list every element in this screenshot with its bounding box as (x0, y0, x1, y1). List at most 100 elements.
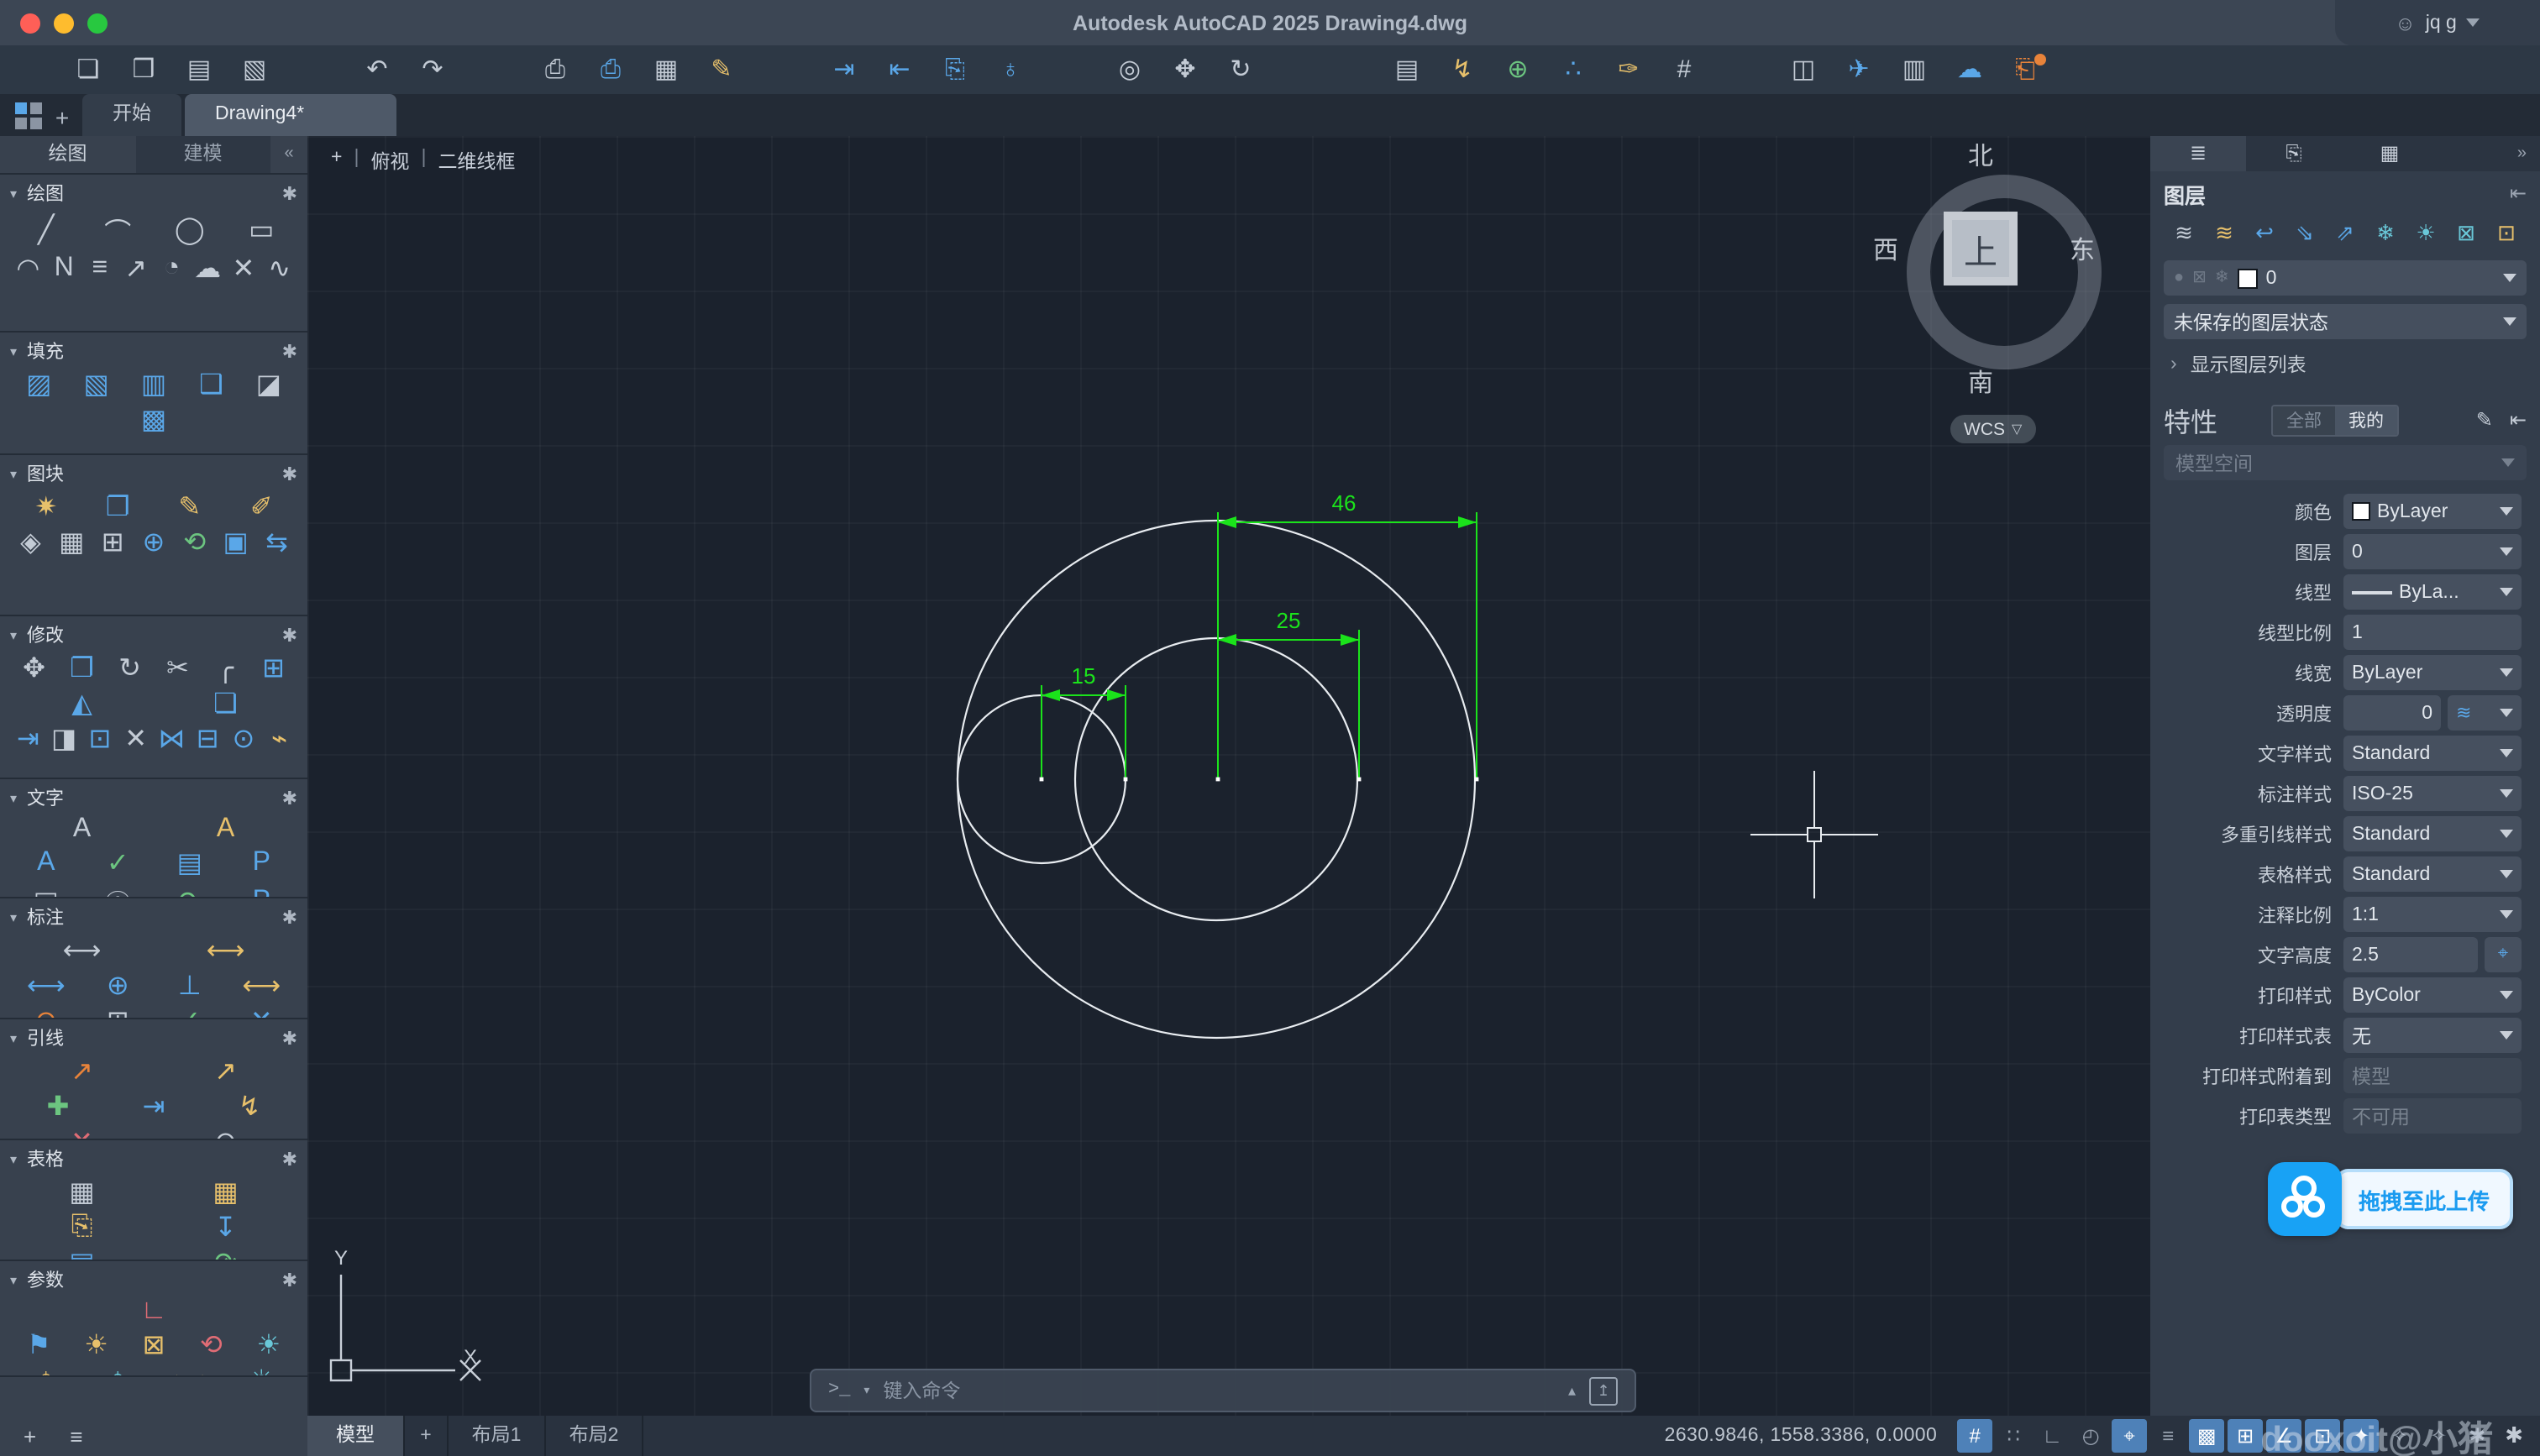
dim-update-tool[interactable]: ⟷ (226, 969, 298, 1003)
cloud-upload-widget[interactable]: 拖拽至此上传 (2268, 1162, 2513, 1236)
palette-section-header[interactable]: ▾ 表格 ✱ (10, 1144, 297, 1174)
layout-tab[interactable]: 布局1 (449, 1416, 546, 1456)
join-tool[interactable]: ⋈ (154, 722, 190, 756)
layer-previous-icon[interactable]: ↩ (2244, 220, 2285, 247)
property-value[interactable]: ByLayer (2343, 494, 2522, 529)
table-style-tool[interactable]: ▦ (154, 1176, 297, 1209)
plot-preview-icon[interactable]: ▥ (1887, 45, 1942, 94)
text-style-tool[interactable]: A (154, 814, 297, 845)
publish-icon[interactable]: ▦ (638, 45, 694, 94)
gear-icon[interactable]: ✱ (282, 787, 297, 809)
sheet-download-tool[interactable]: ↧ (154, 1211, 297, 1244)
rotate-tool[interactable]: ↻ (106, 652, 154, 685)
filter-all-button[interactable]: 全部 (2273, 406, 2335, 434)
dim-baseline-tool[interactable]: ⊥ (154, 969, 226, 1003)
purge-tool[interactable]: ⌁ (261, 722, 297, 756)
layer-lock-icon[interactable]: ⊠ (2446, 220, 2486, 247)
layer-combo[interactable]: ● ⊠ ❄ 0 (2164, 260, 2527, 296)
workspace-switch-toggle[interactable]: ✱ (2459, 1419, 2495, 1453)
minimize-window-button[interactable] (54, 13, 74, 33)
view-compass[interactable]: 上 北 南 西 东 (1870, 138, 2139, 406)
text-convert-tool[interactable]: ▤ (10, 885, 82, 898)
attach-reference-icon[interactable]: ⎘ (927, 45, 983, 94)
revision-cloud-tool[interactable]: ☁ (190, 252, 226, 285)
copy-tool[interactable]: ❐ (58, 652, 106, 685)
drawing-compare-icon[interactable]: ◫ (1776, 45, 1831, 94)
angle-snap-toggle[interactable]: ∠ (2266, 1419, 2301, 1453)
text-find-tool[interactable]: Ⓐ (82, 882, 155, 898)
leader-remove-tool[interactable]: ✕ (10, 1125, 154, 1140)
netdisk-cloud-icon[interactable] (2268, 1162, 2342, 1236)
import-icon[interactable]: ⇥ (816, 45, 872, 94)
scale-tool[interactable]: ⊡ (82, 722, 118, 756)
object-snap-toggle[interactable]: ⊡ (2305, 1419, 2340, 1453)
show-layer-list-button[interactable]: › 显示图层列表 (2164, 346, 2527, 381)
panel-tab-sheets[interactable]: ▦ (2342, 136, 2438, 171)
export-icon[interactable]: ⇤ (872, 45, 927, 94)
selection-cycling-toggle[interactable]: ⊞ (2228, 1419, 2263, 1453)
gear-icon[interactable]: ✱ (282, 1148, 297, 1170)
property-value[interactable]: 模型 (2343, 1058, 2522, 1093)
table-tool[interactable]: ▦ (10, 1176, 154, 1209)
point-style-icon[interactable]: ∴ (1546, 45, 1601, 94)
leader-add-tool[interactable]: ✚ (10, 1090, 106, 1123)
dim-oblique-tool[interactable]: ✕ (226, 1004, 298, 1019)
gear-icon[interactable]: ✱ (282, 340, 297, 362)
write-block-tool[interactable]: ⊞ (92, 526, 134, 559)
stretch-tool[interactable]: ⇥ (10, 722, 46, 756)
layer-manager-icon[interactable]: ≋ (2204, 220, 2244, 247)
property-value[interactable]: ByLa... (2343, 574, 2522, 610)
palette-section-header[interactable]: ▾ 修改 ✱ (10, 620, 297, 650)
block-count-tool[interactable]: ⊕ (134, 526, 175, 559)
gradient-tool[interactable]: ▥ (125, 368, 182, 401)
property-value[interactable]: Standard (2343, 856, 2522, 892)
share-icon[interactable]: ✈ (1831, 45, 1887, 94)
layout-tab[interactable]: 模型 (307, 1416, 405, 1456)
block-edit-tool[interactable]: ✎ (154, 490, 226, 524)
sheet-sync-tool[interactable]: ⟳ (154, 1246, 297, 1261)
command-share-icon[interactable]: ↥ (1589, 1376, 1618, 1405)
pdf-settings-tool[interactable]: P (226, 887, 298, 898)
properties-icon[interactable]: ▤ (1379, 45, 1435, 94)
palette-section-header[interactable]: ▾ 填充 ✱ (10, 336, 297, 366)
cell-style-tool[interactable]: ▤ (10, 1246, 154, 1261)
palette-menu-icon[interactable]: ≡ (70, 1423, 82, 1448)
layer-off-icon[interactable]: ☀ (2406, 220, 2446, 247)
align-tool[interactable]: ⊟ (190, 722, 226, 756)
measure-icon[interactable]: ✑ (1601, 45, 1656, 94)
point-tool[interactable]: ✕ (226, 252, 262, 285)
panel-pin-icon[interactable]: ⇤ (2510, 408, 2527, 432)
command-line[interactable]: >_ ▾ 键入命令 ▴ ↥ (810, 1369, 1636, 1412)
dimension-tool[interactable]: ⟷ (10, 934, 154, 967)
dynamic-input-toggle[interactable]: ⌖ (2112, 1419, 2147, 1453)
constraint-bulb-tool[interactable]: ☀ (240, 1328, 297, 1362)
fillet-tool[interactable]: ╭ (202, 652, 249, 685)
new-tab-button[interactable]: + (42, 104, 82, 131)
array-tool[interactable]: ⊞ (249, 652, 297, 685)
superhatch-tool[interactable]: ▩ (10, 403, 297, 437)
text-list-tool[interactable]: ▤ (154, 846, 226, 880)
palette-section-header[interactable]: ▾ 标注 ✱ (10, 902, 297, 932)
text-update-tool[interactable]: ⟳ (154, 885, 226, 898)
dimension-25[interactable]: 25 (1218, 608, 1359, 779)
layer-walk-icon[interactable]: ≋ (2164, 220, 2204, 247)
attribute-display-tool[interactable]: ▣ (215, 526, 256, 559)
panel-tabs-more-button[interactable]: » (2517, 144, 2540, 163)
quick-select-icon[interactable]: ↯ (1435, 45, 1490, 94)
layer-state-dropdown[interactable]: 未保存的图层状态 (2164, 304, 2527, 339)
pdf-import-tool[interactable]: P (226, 848, 298, 878)
batch-plot-icon[interactable]: ✎ (694, 45, 749, 94)
multileader-style-tool[interactable]: ↗ (154, 1055, 297, 1088)
text-underline-tool[interactable]: A (10, 848, 82, 878)
dim-lock-constraint-tool[interactable]: ⊠ (125, 1328, 182, 1362)
ray-tool[interactable]: ↗ (118, 252, 154, 285)
move-tool[interactable]: ✥ (10, 652, 58, 685)
property-value[interactable]: 1 (2343, 615, 2522, 650)
zoom-window-icon[interactable]: ◎ (1102, 45, 1157, 94)
constraint-display-tool[interactable]: ☀ (226, 1364, 298, 1377)
hatch-tool[interactable]: ▨ (10, 368, 67, 401)
customization-gear-icon[interactable]: ✱ (2505, 1422, 2523, 1449)
redo-icon[interactable]: ↷ (405, 45, 460, 94)
compass-top-face[interactable]: 上 (1944, 212, 2018, 285)
palette-collapse-button[interactable]: « (270, 136, 307, 173)
